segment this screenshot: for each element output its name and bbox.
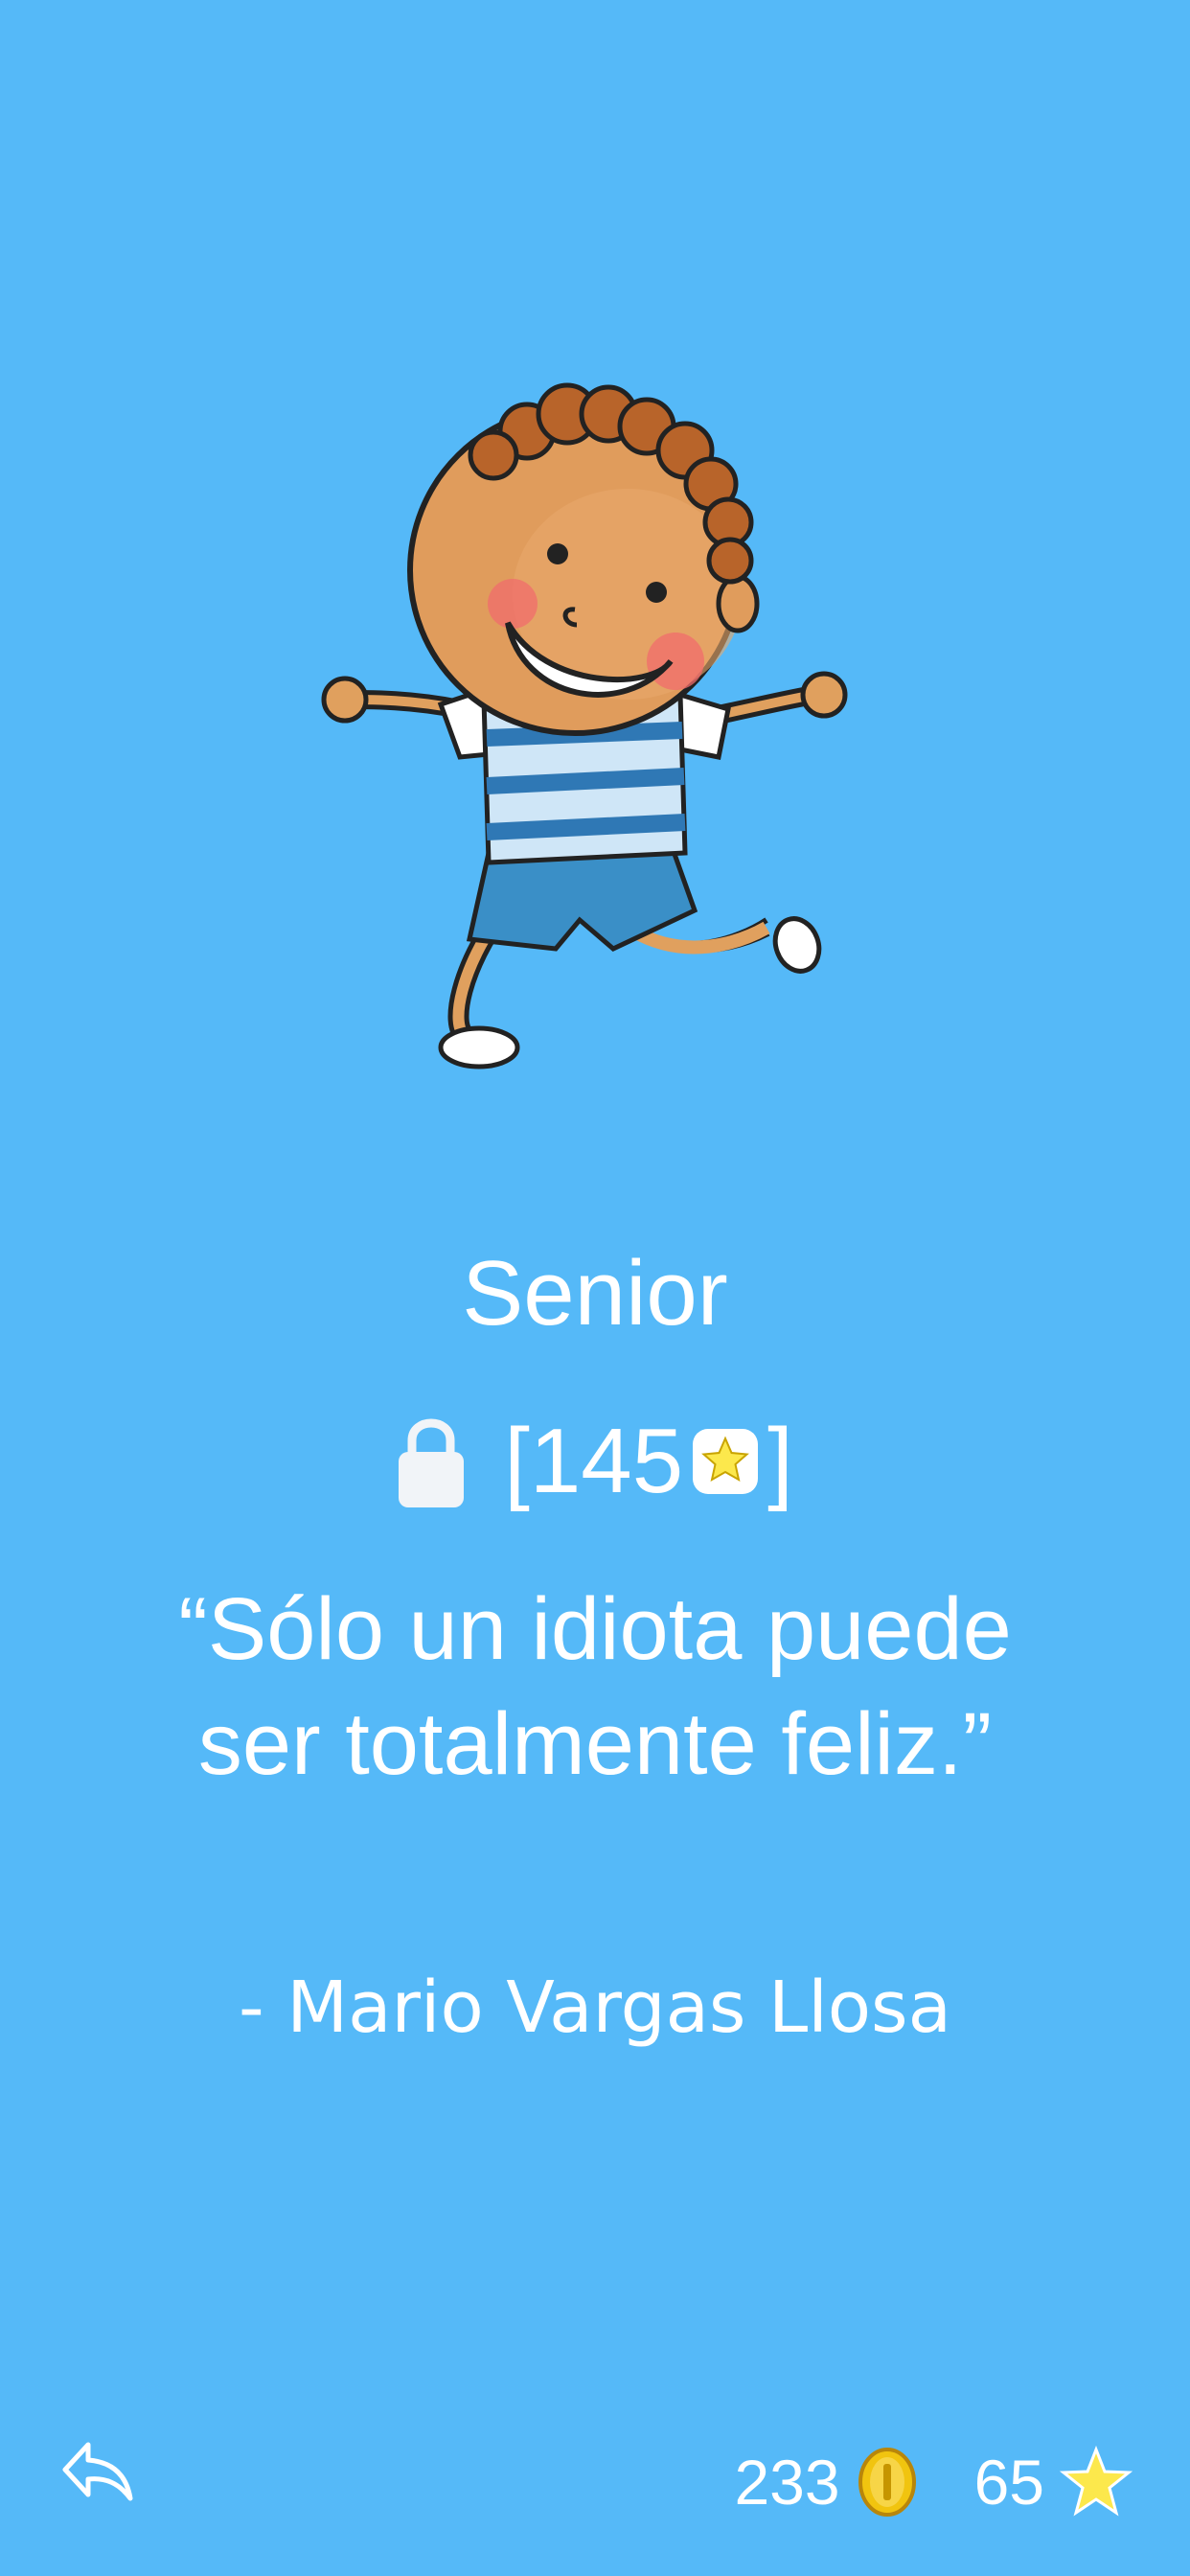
coin-icon	[858, 2448, 916, 2517]
back-arrow-icon[interactable]	[59, 2439, 136, 2506]
star-icon	[1060, 2446, 1133, 2517]
star-count: 65	[973, 2447, 1044, 2518]
lock-icon	[399, 1418, 465, 1507]
star-icon	[693, 1429, 759, 1494]
unlock-requirement: [ 145 ]	[0, 1404, 1190, 1519]
quote-author: - Mario Vargas Llosa	[239, 1966, 951, 2049]
currency-stats: 233 65	[734, 2439, 1133, 2525]
character-illustration	[321, 382, 848, 1070]
quote-text: “Sólo un idiota puede ser totalmente fel…	[178, 1580, 1012, 1793]
level-title: Senior	[462, 1242, 728, 1345]
unlock-open-bracket: [	[504, 1410, 530, 1512]
unlock-cost: 145	[529, 1410, 684, 1512]
unlock-close-bracket: ]	[767, 1410, 793, 1512]
coin-count: 233	[734, 2447, 840, 2518]
